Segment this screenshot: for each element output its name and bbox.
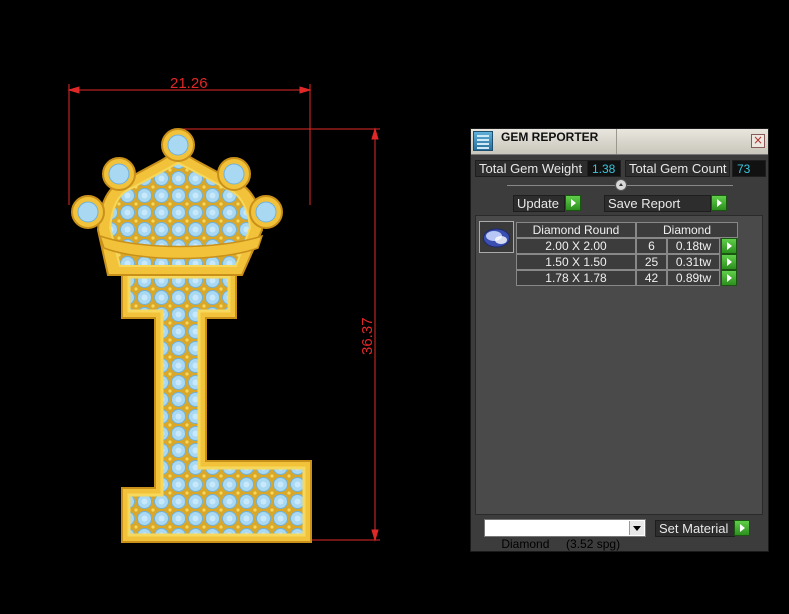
material-select-value: Diamond (3.52 spg) <box>501 537 621 551</box>
panel-title: GEM REPORTER <box>501 130 599 144</box>
row-count: 25 <box>636 254 667 270</box>
diamond-icon <box>483 228 510 248</box>
titlebar-divider <box>616 129 617 154</box>
crown-model[interactable] <box>71 128 283 276</box>
update-label: Update <box>517 196 559 211</box>
row-weight: 0.31tw <box>667 254 720 270</box>
row-size: 2.00 X 2.00 <box>516 238 636 254</box>
chevron-down-icon[interactable] <box>629 521 644 535</box>
material-select[interactable]: Diamond (3.52 spg) <box>484 519 646 551</box>
set-material-label: Set Material <box>659 521 729 536</box>
row-count: 42 <box>636 270 667 286</box>
set-material-play-icon[interactable] <box>734 520 750 536</box>
panel-titlebar[interactable]: GEM REPORTER × <box>471 129 768 155</box>
row-play-icon[interactable] <box>721 238 737 254</box>
letter-l-model[interactable] <box>121 269 312 543</box>
total-gem-count-label: Total Gem Count <box>625 160 730 177</box>
table-header-cut: Diamond Round <box>516 222 636 238</box>
table-header-material: Diamond <box>636 222 738 238</box>
update-button[interactable]: Update <box>513 195 565 212</box>
save-report-play-icon[interactable] <box>711 195 727 211</box>
row-size: 1.78 X 1.78 <box>516 270 636 286</box>
row-size: 1.50 X 1.50 <box>516 254 636 270</box>
gem-reporter-icon <box>473 131 493 151</box>
row-play-icon[interactable] <box>721 254 737 270</box>
diamond-thumbnail[interactable] <box>479 221 514 253</box>
row-weight: 0.18tw <box>667 238 720 254</box>
update-play-icon[interactable] <box>565 195 581 211</box>
close-icon[interactable]: × <box>751 134 765 148</box>
width-dimension-label: 21.26 <box>170 75 208 92</box>
row-count: 6 <box>636 238 667 254</box>
row-play-icon[interactable] <box>721 270 737 286</box>
height-dimension-label: 36.37 <box>359 317 376 355</box>
set-material-button[interactable]: Set Material <box>655 520 735 537</box>
save-report-button[interactable]: Save Report <box>604 195 711 212</box>
total-gem-weight-label: Total Gem Weight <box>475 160 593 177</box>
gem-reporter-panel: GEM REPORTER × Total Gem Weight 1.38 Tot… <box>470 128 769 552</box>
save-report-label: Save Report <box>608 196 681 211</box>
total-gem-count-value: 73 <box>732 160 766 177</box>
total-gem-weight-value: 1.38 <box>587 160 621 177</box>
row-weight: 0.89tw <box>667 270 720 286</box>
slider-knob[interactable] <box>615 179 627 191</box>
